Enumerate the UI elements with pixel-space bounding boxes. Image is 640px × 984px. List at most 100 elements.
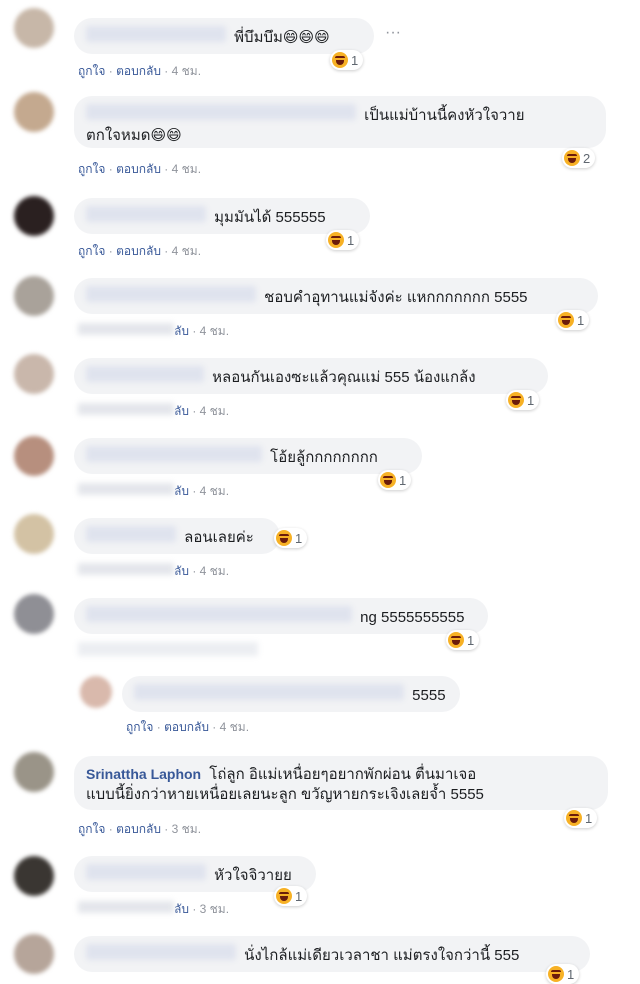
timestamp[interactable]: 4 ชม. bbox=[200, 484, 229, 498]
avatar[interactable] bbox=[14, 752, 54, 792]
commenter-name[interactable] bbox=[86, 944, 236, 960]
commenter-name[interactable] bbox=[86, 864, 206, 880]
reply-link[interactable]: ตอบกลับ bbox=[116, 162, 161, 176]
comment-text: หัวใจจิวายย bbox=[214, 867, 292, 884]
comment-bubble: โอ้ยลู้กกกกกกกก bbox=[74, 438, 422, 474]
reply-link[interactable]: ลับ bbox=[174, 484, 189, 498]
comment-text: พี่บึมบึม😄😄😄 bbox=[234, 29, 330, 46]
reply-link[interactable]: ลับ bbox=[174, 324, 189, 338]
reaction-badge[interactable]: 2 bbox=[562, 148, 596, 168]
comment-text: 5555 bbox=[412, 687, 446, 704]
haha-icon bbox=[328, 232, 344, 248]
reaction-badge[interactable]: 1 bbox=[564, 808, 598, 828]
reply-link[interactable]: ลับ bbox=[174, 564, 189, 578]
avatar[interactable] bbox=[14, 92, 54, 132]
haha-icon bbox=[548, 966, 564, 982]
timestamp[interactable]: 4 ชม. bbox=[220, 720, 249, 734]
comment-bubble: เป็นแม่บ้านนี้คงหัวใจวาย ตกใจหมด😄😄 bbox=[74, 96, 606, 148]
timestamp[interactable]: 4 ชม. bbox=[172, 64, 201, 78]
commenter-name[interactable] bbox=[86, 526, 176, 542]
reaction-badge[interactable]: 1 bbox=[506, 390, 540, 410]
comment-bubble: ชอบคำอุทานแม่จังค่ะ แหกกกกกกก 5555 bbox=[74, 278, 598, 314]
reply-link[interactable]: ตอบกลับ bbox=[116, 64, 161, 78]
avatar[interactable] bbox=[14, 276, 54, 316]
haha-icon bbox=[448, 632, 464, 648]
haha-icon bbox=[276, 530, 292, 546]
avatar[interactable] bbox=[14, 856, 54, 896]
comment-bubble: หลอนกันเองซะแล้วคุณแม่ 555 น้องแกล้ง bbox=[74, 358, 548, 394]
haha-icon bbox=[332, 52, 348, 68]
timestamp[interactable]: 3 ชม. bbox=[200, 902, 229, 916]
like-link[interactable]: ถูกใจ bbox=[78, 822, 105, 836]
comment-text: ng 5555555555 bbox=[360, 609, 465, 626]
reaction-badge[interactable]: 1 bbox=[330, 50, 364, 70]
comment-bubble: นั่งไกล้แม่เดียวเวลาชา แม่ตรงใจกว่านี้ 5… bbox=[74, 936, 590, 972]
commenter-name[interactable] bbox=[86, 446, 262, 462]
timestamp[interactable]: 4 ชม. bbox=[200, 324, 229, 338]
like-link[interactable]: ถูกใจ bbox=[78, 162, 105, 176]
timestamp[interactable]: 3 ชม. bbox=[172, 822, 201, 836]
comment-bubble: ลอนเลยค่ะ bbox=[74, 518, 280, 554]
reaction-badge[interactable]: 1 bbox=[556, 310, 590, 330]
comment-bubble: พี่บึมบึม😄😄😄 bbox=[74, 18, 374, 54]
comment-text: นั่งไกล้แม่เดียวเวลาชา แม่ตรงใจกว่านี้ 5… bbox=[244, 947, 520, 964]
reaction-badge[interactable]: 1 bbox=[274, 886, 308, 906]
comment-actions: ถูกใจ · ตอบกลับ · 4 ชม. bbox=[78, 64, 202, 78]
avatar[interactable] bbox=[80, 676, 112, 708]
commenter-name[interactable] bbox=[86, 104, 356, 120]
haha-icon bbox=[564, 150, 580, 166]
comment-bubble: Srinattha Laphon โถ่ลูก อิแม่เหนื่อยๆอยา… bbox=[74, 756, 608, 810]
avatar[interactable] bbox=[14, 934, 54, 974]
comment-actions: ลับ · 4 ชม. bbox=[78, 322, 229, 341]
blurred-actions bbox=[78, 642, 258, 656]
like-link[interactable]: ถูกใจ bbox=[126, 720, 153, 734]
avatar[interactable] bbox=[14, 8, 54, 48]
comment-actions: ถูกใจ · ตอบกลับ · 4 ชม. bbox=[126, 720, 250, 734]
haha-icon bbox=[380, 472, 396, 488]
comment-bubble: 5555 bbox=[122, 676, 460, 712]
reply-link[interactable]: ตอบกลับ bbox=[116, 244, 161, 258]
comment-text: ชอบคำอุทานแม่จังค่ะ แหกกกกกกก 5555 bbox=[264, 289, 528, 306]
reaction-badge[interactable]: 1 bbox=[326, 230, 360, 250]
haha-icon bbox=[508, 392, 524, 408]
comment-text: ลอนเลยค่ะ bbox=[184, 529, 254, 546]
commenter-name[interactable] bbox=[86, 206, 206, 222]
like-link[interactable]: ถูกใจ bbox=[78, 244, 105, 258]
reply-link[interactable]: ตอบกลับ bbox=[116, 822, 161, 836]
timestamp[interactable]: 4 ชม. bbox=[172, 162, 201, 176]
comment-actions: ลับ · 4 ชม. bbox=[78, 562, 229, 581]
avatar[interactable] bbox=[14, 354, 54, 394]
reply-link[interactable]: ลับ bbox=[174, 902, 189, 916]
comment-bubble: ng 5555555555 bbox=[74, 598, 488, 634]
reply-link[interactable]: ตอบกลับ bbox=[164, 720, 209, 734]
avatar[interactable] bbox=[14, 594, 54, 634]
reaction-badge[interactable]: 1 bbox=[378, 470, 412, 490]
comment-actions: ลับ · 4 ชม. bbox=[78, 402, 229, 421]
haha-icon bbox=[566, 810, 582, 826]
commenter-name[interactable]: Srinattha Laphon bbox=[86, 764, 201, 784]
reply-link[interactable]: ลับ bbox=[174, 404, 189, 418]
reaction-badge[interactable]: 1 bbox=[546, 964, 580, 984]
avatar[interactable] bbox=[14, 514, 54, 554]
comment-actions: ถูกใจ · ตอบกลับ · 4 ชม. bbox=[78, 162, 202, 176]
timestamp[interactable]: 4 ชม. bbox=[200, 404, 229, 418]
comment-actions: ลับ · 4 ชม. bbox=[78, 482, 229, 501]
reaction-badge[interactable]: 1 bbox=[446, 630, 480, 650]
like-link[interactable]: ถูกใจ bbox=[78, 64, 105, 78]
commenter-name[interactable] bbox=[86, 366, 204, 382]
commenter-name[interactable] bbox=[134, 684, 404, 700]
comment-actions: ถูกใจ · ตอบกลับ · 4 ชม. bbox=[78, 244, 202, 258]
comment-text: โอ้ยลู้กกกกกกกก bbox=[270, 449, 378, 466]
comment-actions: ถูกใจ · ตอบกลับ · 3 ชม. bbox=[78, 822, 202, 836]
commenter-name[interactable] bbox=[86, 606, 352, 622]
comment-actions: ลับ · 3 ชม. bbox=[78, 900, 229, 919]
commenter-name[interactable] bbox=[86, 286, 256, 302]
comment-text: มุมมันได้ 555555 bbox=[214, 209, 326, 226]
timestamp[interactable]: 4 ชม. bbox=[172, 244, 201, 258]
avatar[interactable] bbox=[14, 436, 54, 476]
timestamp[interactable]: 4 ชม. bbox=[200, 564, 229, 578]
commenter-name[interactable] bbox=[86, 26, 226, 42]
more-options-icon[interactable]: ··· bbox=[385, 24, 401, 42]
avatar[interactable] bbox=[14, 196, 54, 236]
reaction-badge[interactable]: 1 bbox=[274, 528, 308, 548]
